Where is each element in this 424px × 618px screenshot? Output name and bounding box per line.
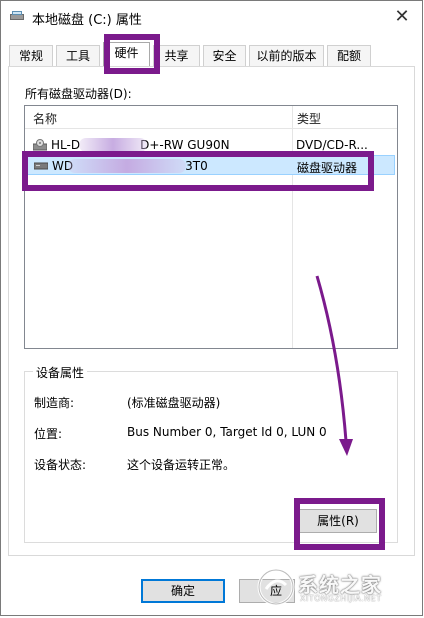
properties-dialog: 本地磁盘 (C:) 属性 ✕ 常规 工具 硬件 共享 安全 以前的版本 配额 所… xyxy=(0,0,423,616)
watermark-url: XITONGZHIJIA.NET xyxy=(300,594,382,603)
annotation-arrow xyxy=(315,275,353,456)
watermark-logo-icon xyxy=(257,568,295,606)
site-watermark: 系统之家 XITONGZHIJIA.NET xyxy=(256,567,416,607)
